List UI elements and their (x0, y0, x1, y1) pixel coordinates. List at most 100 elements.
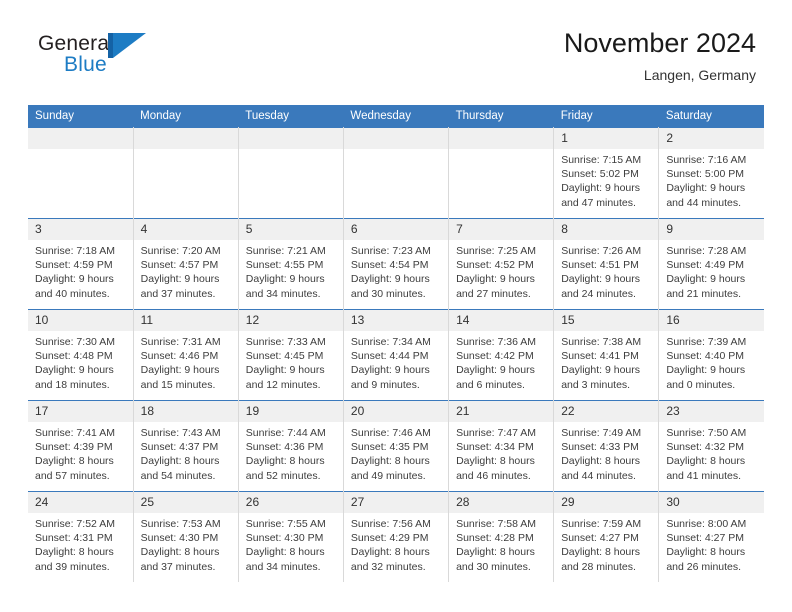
day-number: 15 (554, 310, 659, 331)
daylight-duration-line1: Daylight: 9 hours (561, 182, 640, 195)
calendar-body: 1 Sunrise: 7:15 AM Sunset: 5:02 PM Daylight… (28, 127, 764, 582)
day-cell-inner: 26 Sunrise: 7:55 AM Sunset: 4:30 PM Dayligh… (238, 492, 343, 582)
sunset-time: Sunset: 4:55 PM (245, 259, 324, 272)
general-blue-logo[interactable]: General Blue (38, 32, 158, 88)
calendar-day-cell[interactable]: 27 Sunrise: 7:56 AM Sunset: 4:29 PM Dayligh… (343, 491, 450, 582)
daylight-duration-line1: Daylight: 9 hours (140, 273, 220, 286)
calendar-week-row: 24 Sunrise: 7:52 AM Sunset: 4:31 PM Dayligh… (28, 491, 764, 582)
calendar-day-cell[interactable]: 8 Sunrise: 7:26 AM Sunset: 4:51 PM Daylight… (553, 218, 660, 310)
daylight-duration-line2: and 54 minutes. (140, 469, 216, 482)
sunset-time: Sunset: 4:35 PM (350, 441, 429, 454)
sunrise-time: Sunrise: 7:25 AM (456, 245, 537, 257)
sunrise-time: Sunrise: 7:59 AM (561, 518, 642, 530)
calendar-day-cell[interactable]: 10 Sunrise: 7:30 AM Sunset: 4:48 PM Dayligh… (28, 309, 134, 401)
daylight-duration-line2: and 40 minutes. (35, 287, 110, 300)
calendar-day-cell[interactable]: 18 Sunrise: 7:43 AM Sunset: 4:37 PM Dayligh… (133, 400, 239, 492)
daylight-duration-line2: and 37 minutes. (140, 560, 216, 573)
sunrise-time: Sunrise: 7:41 AM (35, 427, 115, 439)
sunrise-time: Sunrise: 7:56 AM (350, 518, 431, 530)
sunrise-time: Sunrise: 7:39 AM (666, 336, 747, 348)
sun-details: Sunrise: 7:47 AM Sunset: 4:34 PM Daylight:… (449, 422, 553, 483)
sun-details: Sunrise: 7:43 AM Sunset: 4:37 PM Daylight:… (134, 422, 238, 483)
sunset-time: Sunset: 4:27 PM (666, 532, 744, 545)
calendar-day-cell[interactable]: 11 Sunrise: 7:31 AM Sunset: 4:46 PM Dayligh… (133, 309, 239, 401)
sunrise-time: Sunrise: 7:52 AM (35, 518, 115, 530)
daylight-duration-line1: Daylight: 8 hours (561, 546, 640, 559)
calendar-week-row: 17 Sunrise: 7:41 AM Sunset: 4:39 PM Dayligh… (28, 400, 764, 492)
sunset-time: Sunset: 4:44 PM (350, 350, 429, 363)
sun-details: Sunrise: 7:41 AM Sunset: 4:39 PM Daylight:… (28, 422, 133, 483)
calendar-day-cell[interactable]: 9 Sunrise: 7:28 AM Sunset: 4:49 PM Daylight… (658, 218, 764, 310)
calendar-day-cell[interactable]: 23 Sunrise: 7:50 AM Sunset: 4:32 PM Dayligh… (658, 400, 764, 492)
sunset-time: Sunset: 4:33 PM (561, 441, 639, 454)
calendar-day-cell[interactable]: 25 Sunrise: 7:53 AM Sunset: 4:30 PM Dayligh… (133, 491, 239, 582)
sun-details: Sunrise: 7:30 AM Sunset: 4:48 PM Daylight:… (28, 331, 133, 392)
calendar-day-cell[interactable]: 30 Sunrise: 8:00 AM Sunset: 4:27 PM Dayligh… (658, 491, 764, 582)
sunrise-time: Sunrise: 7:50 AM (666, 427, 747, 439)
calendar-day-cell[interactable]: 17 Sunrise: 7:41 AM Sunset: 4:39 PM Dayligh… (28, 400, 134, 492)
calendar-day-cell[interactable]: 1 Sunrise: 7:15 AM Sunset: 5:02 PM Daylight… (553, 127, 660, 219)
calendar-day-cell[interactable]: 5 Sunrise: 7:21 AM Sunset: 4:55 PM Daylight… (238, 218, 344, 310)
calendar-day-cell[interactable]: 22 Sunrise: 7:49 AM Sunset: 4:33 PM Dayligh… (553, 400, 660, 492)
sunrise-time: Sunrise: 7:21 AM (245, 245, 326, 257)
day-cell-inner: 28 Sunrise: 7:58 AM Sunset: 4:28 PM Dayligh… (449, 492, 554, 582)
sunrise-time: Sunrise: 7:46 AM (350, 427, 431, 439)
day-number (238, 128, 343, 149)
calendar-day-cell[interactable]: 12 Sunrise: 7:33 AM Sunset: 4:45 PM Dayligh… (238, 309, 344, 401)
calendar-day-cell[interactable]: 28 Sunrise: 7:58 AM Sunset: 4:28 PM Dayligh… (448, 491, 555, 582)
weekday-header-saturday: Saturday (658, 105, 764, 128)
day-number (343, 128, 449, 149)
sun-details: Sunrise: 7:53 AM Sunset: 4:30 PM Daylight:… (134, 513, 238, 574)
calendar-day-cell-empty (238, 127, 344, 219)
calendar-day-cell-empty (343, 127, 450, 219)
daylight-duration-line2: and 52 minutes. (245, 469, 321, 482)
calendar-day-cell[interactable]: 20 Sunrise: 7:46 AM Sunset: 4:35 PM Dayligh… (343, 400, 450, 492)
daylight-duration-line1: Daylight: 9 hours (666, 364, 746, 377)
sunrise-time: Sunrise: 7:58 AM (456, 518, 537, 530)
day-cell-inner: 22 Sunrise: 7:49 AM Sunset: 4:33 PM Dayligh… (554, 401, 659, 491)
sunset-time: Sunset: 4:59 PM (35, 259, 113, 272)
daylight-duration-line1: Daylight: 8 hours (35, 455, 114, 468)
calendar-day-cell[interactable]: 2 Sunrise: 7:16 AM Sunset: 5:00 PM Daylight… (658, 127, 764, 219)
sunset-time: Sunset: 4:36 PM (245, 441, 324, 454)
calendar-day-cell[interactable]: 29 Sunrise: 7:59 AM Sunset: 4:27 PM Dayligh… (553, 491, 660, 582)
calendar-day-cell[interactable]: 16 Sunrise: 7:39 AM Sunset: 4:40 PM Dayligh… (658, 309, 764, 401)
sunrise-time: Sunrise: 7:53 AM (140, 518, 221, 530)
sun-details: Sunrise: 7:20 AM Sunset: 4:57 PM Daylight:… (134, 240, 238, 301)
sunset-time: Sunset: 4:37 PM (140, 441, 219, 454)
sunrise-time: Sunrise: 7:20 AM (140, 245, 221, 257)
day-cell-inner: 8 Sunrise: 7:26 AM Sunset: 4:51 PM Daylight… (554, 219, 659, 309)
daylight-duration-line1: Daylight: 9 hours (245, 364, 325, 377)
sun-details: Sunrise: 7:18 AM Sunset: 4:59 PM Daylight:… (28, 240, 133, 301)
calendar-day-cell[interactable]: 19 Sunrise: 7:44 AM Sunset: 4:36 PM Dayligh… (238, 400, 344, 492)
daylight-duration-line1: Daylight: 9 hours (35, 364, 114, 377)
calendar-day-cell[interactable]: 13 Sunrise: 7:34 AM Sunset: 4:44 PM Dayligh… (343, 309, 450, 401)
calendar-day-cell[interactable]: 3 Sunrise: 7:18 AM Sunset: 4:59 PM Daylight… (28, 218, 134, 310)
calendar-day-cell[interactable]: 15 Sunrise: 7:38 AM Sunset: 4:41 PM Dayligh… (553, 309, 660, 401)
day-cell-inner: 19 Sunrise: 7:44 AM Sunset: 4:36 PM Dayligh… (238, 401, 343, 491)
weekday-header-row: Sunday Monday Tuesday Wednesday Thursday… (28, 105, 764, 128)
daylight-duration-line2: and 30 minutes. (456, 560, 531, 573)
sunset-time: Sunset: 4:30 PM (140, 532, 219, 545)
calendar-day-cell[interactable]: 4 Sunrise: 7:20 AM Sunset: 4:57 PM Daylight… (133, 218, 239, 310)
sun-details: Sunrise: 7:49 AM Sunset: 4:33 PM Daylight:… (554, 422, 658, 483)
day-number: 19 (238, 401, 343, 422)
day-number: 29 (554, 492, 659, 513)
calendar-day-cell[interactable]: 7 Sunrise: 7:25 AM Sunset: 4:52 PM Daylight… (448, 218, 555, 310)
day-cell-inner: 4 Sunrise: 7:20 AM Sunset: 4:57 PM Daylight… (133, 219, 238, 309)
calendar-day-cell[interactable]: 26 Sunrise: 7:55 AM Sunset: 4:30 PM Dayligh… (238, 491, 344, 582)
weekday-header-sunday: Sunday (28, 105, 134, 128)
day-number: 23 (659, 401, 764, 422)
calendar-day-cell[interactable]: 14 Sunrise: 7:36 AM Sunset: 4:42 PM Dayligh… (448, 309, 555, 401)
calendar-day-cell[interactable]: 21 Sunrise: 7:47 AM Sunset: 4:34 PM Dayligh… (448, 400, 555, 492)
sun-details: Sunrise: 7:39 AM Sunset: 4:40 PM Daylight:… (659, 331, 764, 392)
flag-triangle-icon (108, 33, 148, 59)
sun-details: Sunrise: 7:33 AM Sunset: 4:45 PM Daylight:… (239, 331, 343, 392)
calendar-day-cell[interactable]: 6 Sunrise: 7:23 AM Sunset: 4:54 PM Daylight… (343, 218, 450, 310)
day-number: 2 (659, 128, 764, 149)
calendar-day-cell[interactable]: 24 Sunrise: 7:52 AM Sunset: 4:31 PM Dayligh… (28, 491, 134, 582)
sunset-time: Sunset: 4:40 PM (666, 350, 744, 363)
daylight-duration-line1: Daylight: 8 hours (245, 455, 325, 468)
weekday-header-wednesday: Wednesday (343, 105, 449, 128)
weekday-header-friday: Friday (553, 105, 659, 128)
